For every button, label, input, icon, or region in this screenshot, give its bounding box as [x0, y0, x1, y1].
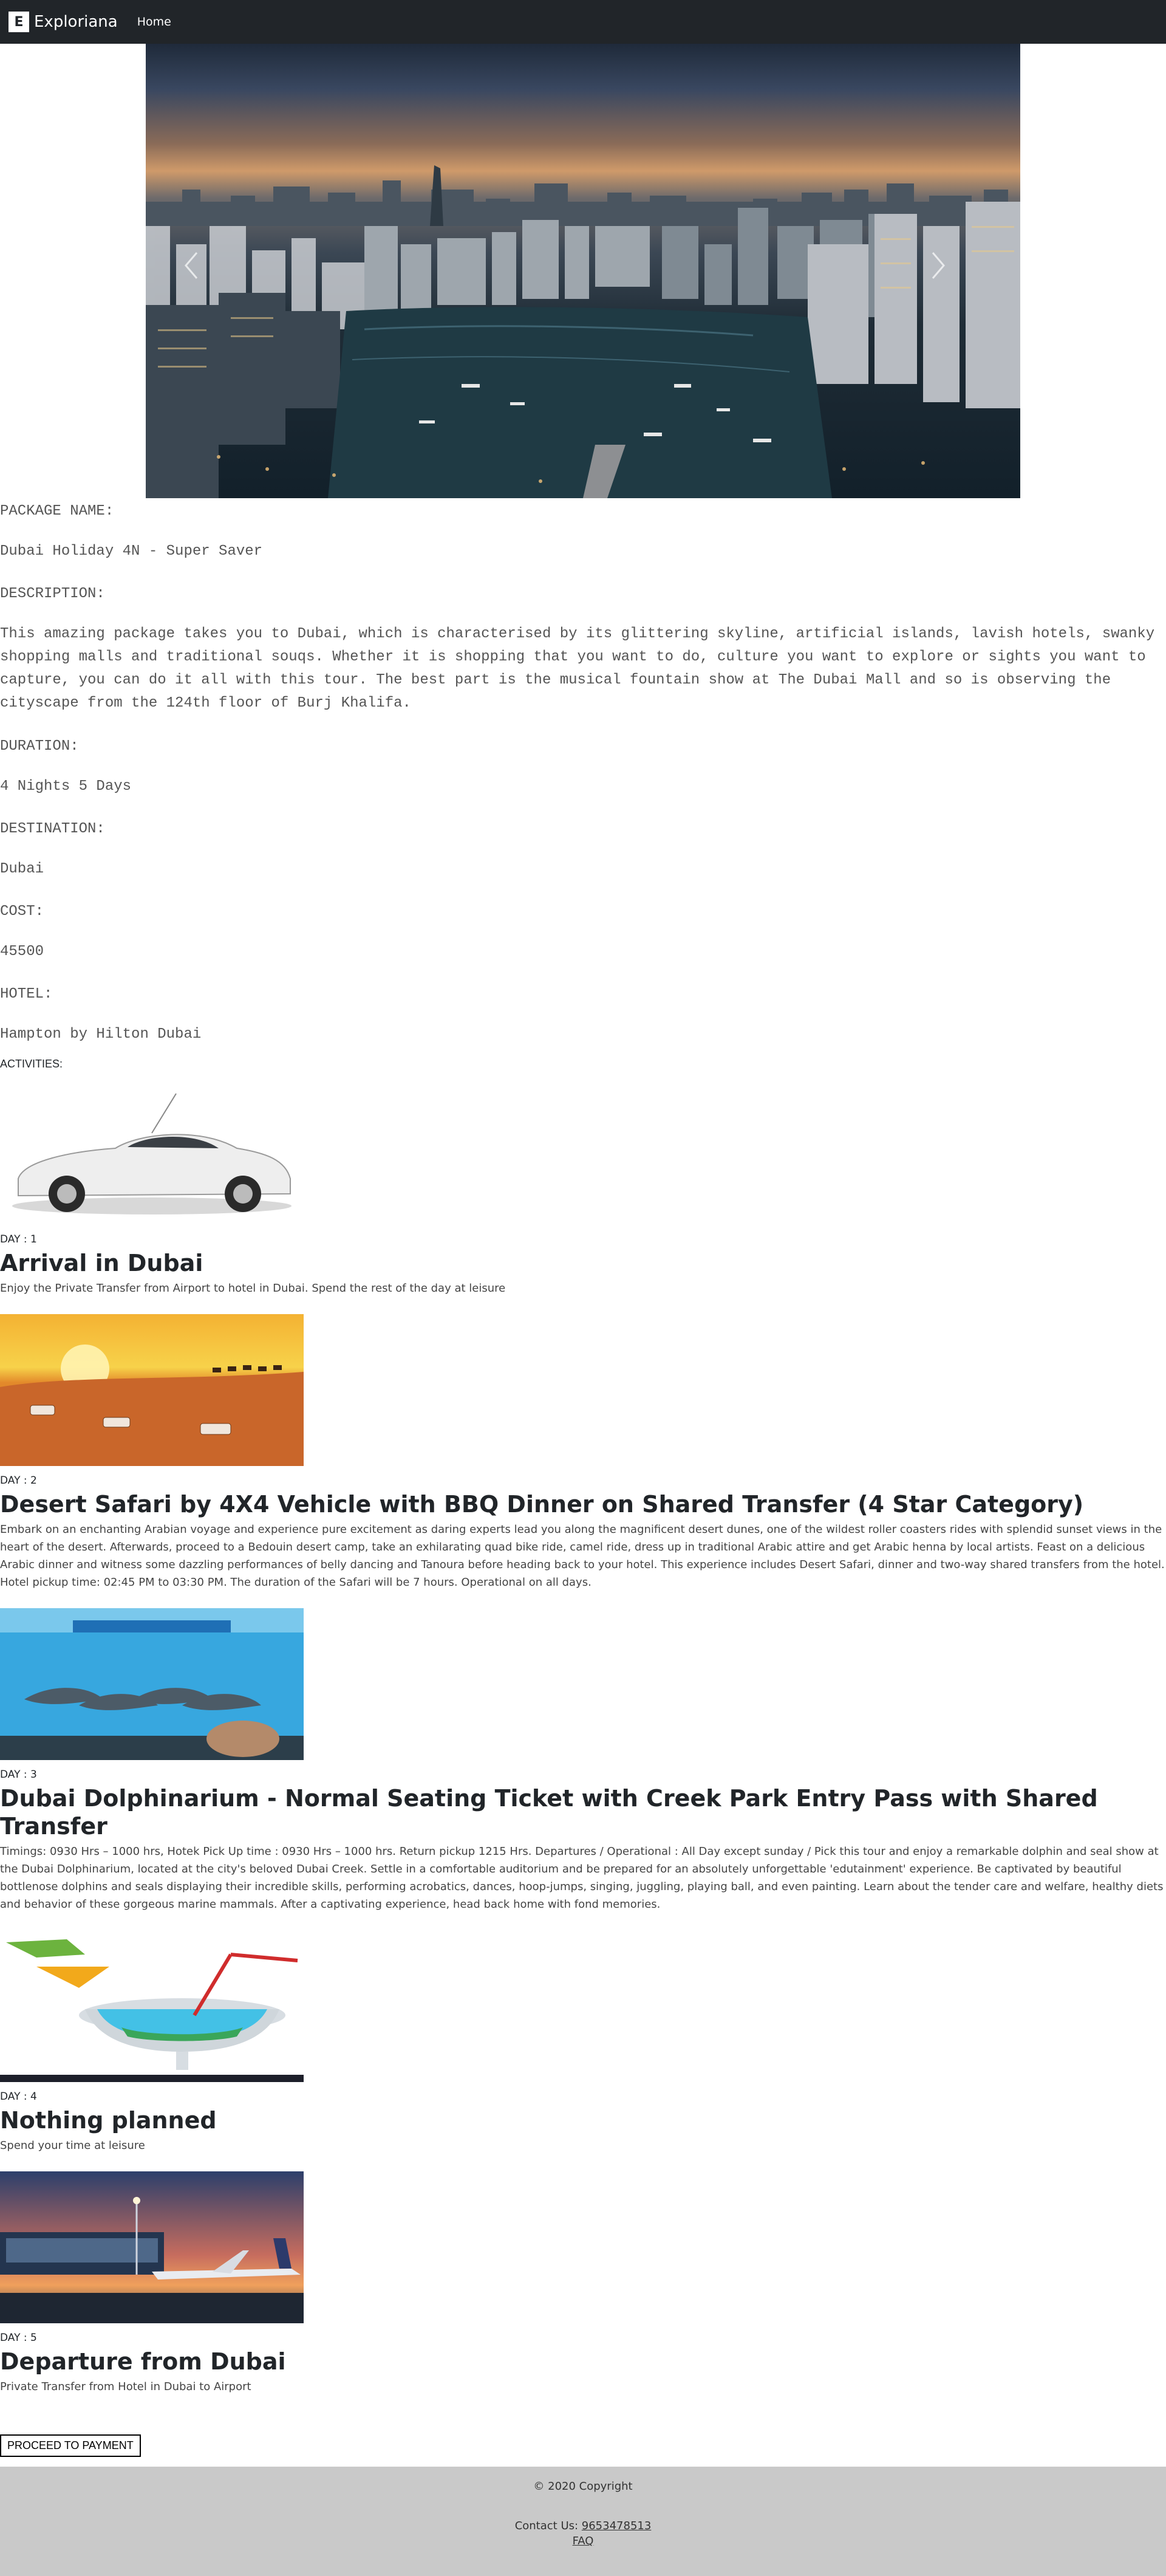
day-description: Private Transfer from Hotel in Dubai to …	[0, 2380, 251, 2393]
contact-line: Contact Us: 9653478513	[0, 2519, 1166, 2532]
duration-label: DURATION:	[0, 738, 79, 755]
description-label: DESCRIPTION:	[0, 586, 105, 602]
package-destination: Dubai	[0, 861, 44, 877]
day-description: Enjoy the Private Transfer from Airport …	[0, 1282, 506, 1295]
page-footer: © 2020 Copyright Contact Us: 9653478513 …	[0, 2467, 1166, 2576]
brand-logo-icon: E	[9, 12, 29, 32]
day-description: Embark on an enchanting Arabian voyage a…	[0, 1523, 1165, 1589]
faq-link[interactable]: FAQ	[573, 2535, 594, 2547]
day-title: Dubai Dolphinarium - Normal Seating Tick…	[0, 1785, 1098, 1840]
day-title: Nothing planned	[0, 2107, 217, 2134]
contact-label: Contact Us:	[514, 2519, 582, 2532]
day-card: DAY : 3 Dubai Dolphinarium - Normal Seat…	[0, 1608, 1166, 1913]
package-cost: 45500	[0, 944, 44, 960]
package-duration: 4 Nights 5 Days	[0, 778, 132, 795]
day-card: DAY : 2 Desert Safari by 4X4 Vehicle wit…	[0, 1314, 1166, 1591]
day-number: DAY : 4	[0, 2091, 37, 2103]
day-image-cocktail	[0, 1930, 304, 2082]
contact-phone-link[interactable]: 9653478513	[582, 2519, 652, 2532]
package-info: PACKAGE NAME: Dubai Holiday 4N - Super S…	[0, 503, 1166, 1046]
destination-label: DESTINATION:	[0, 821, 105, 837]
chevron-left-icon	[185, 252, 198, 279]
package-name: Dubai Holiday 4N - Super Saver	[0, 543, 263, 560]
day-card: DAY : 4 Nothing planned Spend your time …	[0, 1930, 1166, 2154]
day-description: Spend your time at leisure	[0, 2139, 145, 2152]
day-number: DAY : 1	[0, 1233, 37, 1245]
hotel-label: HOTEL:	[0, 986, 53, 1002]
image-carousel	[146, 44, 1020, 498]
activities-label: ACTIVITIES:	[0, 1058, 63, 1070]
day-title: Departure from Dubai	[0, 2348, 286, 2375]
copyright-text: © 2020 Copyright	[533, 2480, 633, 2493]
day-image-airport	[0, 2171, 304, 2323]
package-hotel: Hampton by Hilton Dubai	[0, 1026, 202, 1043]
day-card: DAY : 1 Arrival in Dubai Enjoy the Priva…	[0, 1088, 1166, 1297]
package-name-label: PACKAGE NAME:	[0, 503, 114, 519]
day-number: DAY : 3	[0, 1769, 37, 1781]
day-description: Timings: 0930 Hrs – 1000 hrs, Hotek Pick…	[0, 1845, 1164, 1911]
day-card: DAY : 5 Departure from Dubai Private Tra…	[0, 2171, 1166, 2396]
day-number: DAY : 5	[0, 2332, 37, 2344]
brand-link[interactable]: E Exploriana	[9, 12, 118, 32]
day-number: DAY : 2	[0, 1475, 37, 1487]
chevron-right-icon	[932, 252, 945, 279]
package-description: This amazing package takes you to Dubai,…	[0, 626, 1155, 711]
day-title: Desert Safari by 4X4 Vehicle with BBQ Di…	[0, 1491, 1084, 1518]
nav-home-link[interactable]: Home	[137, 15, 171, 29]
day-title: Arrival in Dubai	[0, 1250, 203, 1276]
top-navbar: E Exploriana Home	[0, 0, 1166, 44]
day-image-desert-safari	[0, 1314, 304, 1466]
carousel-image-dubai-marina	[146, 165, 1020, 498]
carousel-next-button[interactable]	[929, 250, 966, 299]
carousel-prev-button[interactable]	[182, 250, 219, 299]
day-image-dolphinarium	[0, 1608, 304, 1760]
brand-name: Exploriana	[34, 13, 118, 31]
cost-label: COST:	[0, 903, 44, 920]
proceed-to-payment-button[interactable]: PROCEED TO PAYMENT	[0, 2434, 141, 2457]
day-image-car	[0, 1088, 304, 1225]
